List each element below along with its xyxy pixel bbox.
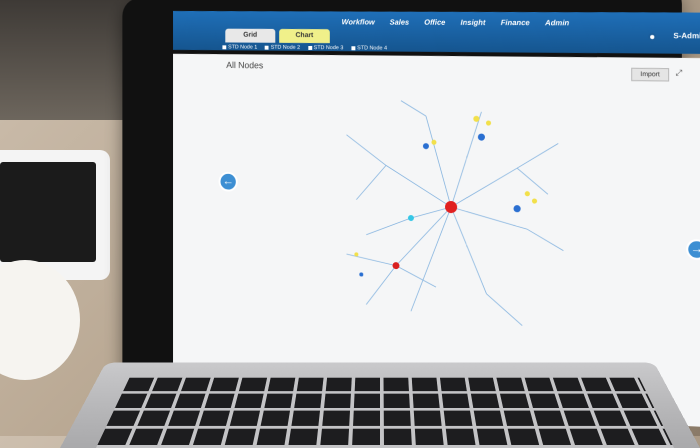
gear-icon[interactable]	[648, 32, 657, 42]
graph-node-leaf[interactable]	[485, 120, 492, 126]
graph-node-leaf[interactable]	[524, 191, 530, 197]
node-icon	[222, 45, 227, 50]
graph-node-hub-blue-2[interactable]	[513, 205, 521, 213]
node-tab-label: STD Node 3	[313, 45, 344, 52]
node-icon	[351, 46, 356, 51]
previous-arrow-icon[interactable]: ←	[218, 171, 238, 192]
graph-node-hub-blue-3[interactable]	[422, 143, 429, 150]
expand-icon[interactable]: ⤢	[676, 68, 683, 78]
graph-nodes	[354, 115, 538, 277]
top-navigation-bar: Grid Chart Workflow Sales Office Insight…	[173, 10, 700, 55]
laptop-keyboard	[60, 362, 700, 448]
nav-office[interactable]: Office	[424, 18, 445, 27]
node-tab-label: STD Node 4	[357, 45, 388, 52]
graph-node-hub-blue-1[interactable]	[477, 133, 485, 141]
node-tab-3[interactable]: STD Node 3	[307, 41, 344, 55]
graph-node-leaf[interactable]	[531, 198, 538, 204]
node-tab-1[interactable]: STD Node 1	[222, 40, 257, 54]
graph-edges	[347, 100, 564, 327]
graph-node-leaf[interactable]	[359, 272, 364, 277]
node-icon	[264, 45, 269, 50]
nav-insight[interactable]: Insight	[461, 18, 486, 27]
next-arrow-icon[interactable]: →	[686, 238, 700, 261]
graph-node-leaf[interactable]	[473, 115, 480, 122]
nav-finance[interactable]: Finance	[501, 18, 530, 27]
main-nav: Workflow Sales Office Insight Finance Ad…	[342, 17, 570, 27]
user-name[interactable]: S-Admin	[673, 31, 700, 40]
node-tab-4[interactable]: STD Node 4	[351, 41, 387, 55]
node-tabs: STD Node 1 STD Node 2 STD Node 3 STD Nod…	[222, 40, 387, 55]
node-tab-2[interactable]: STD Node 2	[264, 41, 301, 55]
nav-admin[interactable]: Admin	[545, 18, 569, 27]
node-tab-label: STD Node 2	[270, 44, 301, 51]
node-graph	[327, 95, 569, 343]
nav-sales[interactable]: Sales	[390, 18, 410, 27]
laptop-frame: Grid Chart Workflow Sales Office Insight…	[122, 0, 700, 430]
node-tab-label: STD Node 1	[228, 44, 258, 51]
page-title: All Nodes	[226, 60, 264, 71]
import-button[interactable]: Import	[631, 67, 670, 82]
graph-node-leaf[interactable]	[431, 139, 437, 145]
nav-workflow[interactable]: Workflow	[342, 17, 375, 26]
graph-node-hub-cyan[interactable]	[407, 214, 414, 222]
node-icon	[307, 45, 312, 50]
